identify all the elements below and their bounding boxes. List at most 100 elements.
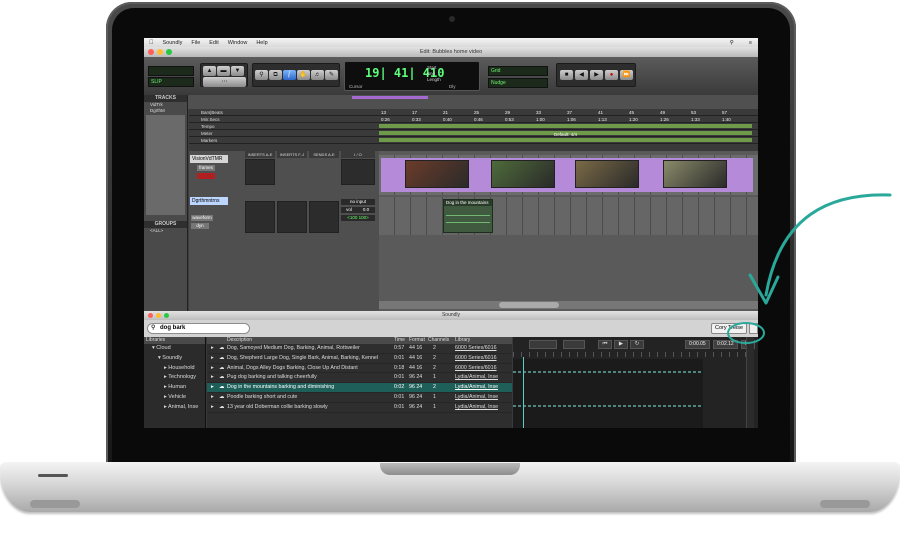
video-io-slot[interactable] — [341, 159, 375, 185]
zoom-out-button[interactable]: ▼ — [231, 66, 244, 76]
menu-file[interactable]: File — [191, 40, 200, 46]
audio-input-selector[interactable]: no input — [341, 199, 375, 205]
library-item[interactable]: ▾ Cloud — [144, 344, 205, 354]
preview-waveform[interactable] — [513, 359, 703, 428]
table-row[interactable]: ▸ ☁ Dog, Samoyed Medium Dog, Barking, Anim… — [207, 344, 512, 354]
groups-item[interactable]: <ALL> — [144, 228, 187, 234]
tracks-item[interactable]: DgrthM — [144, 108, 187, 114]
waveform-view-button[interactable]: waveform — [191, 215, 213, 221]
pan-value[interactable]: <100 100> — [341, 215, 375, 221]
row-play-icon[interactable]: ▸ — [211, 373, 214, 383]
table-row[interactable]: ▸ ☁ 13 year old Doberman collie barking sl… — [207, 403, 512, 413]
library-item[interactable]: ▸ Human — [144, 383, 205, 393]
selector-tool-icon[interactable]: ⎛ — [283, 70, 296, 80]
grabber-tool-icon[interactable]: ✋ — [297, 70, 310, 80]
row-play-icon[interactable]: ▸ — [211, 393, 214, 403]
audio-sends-a-e[interactable] — [309, 201, 339, 233]
ruler-bars-beats[interactable]: Bars|Beats 13 17 21 25 29 33 37 41 45 49 53 57 — [189, 109, 758, 116]
col-channels[interactable]: Channels — [428, 337, 449, 344]
cloud-icon: ☁ — [219, 393, 225, 400]
speed-slider[interactable] — [529, 340, 557, 349]
row-play-icon[interactable]: ▸ — [211, 364, 214, 374]
menu-window[interactable]: Window — [228, 40, 248, 46]
library-item[interactable]: ▸ Technology — [144, 373, 205, 383]
fast-forward-button[interactable]: ⏩ — [620, 70, 633, 80]
grid-setting[interactable]: Grid — [488, 66, 548, 76]
stop-button[interactable]: ■ — [560, 70, 573, 80]
soundly-zoom-button[interactable] — [164, 313, 169, 318]
preview-play-button[interactable]: ▶ — [614, 340, 628, 349]
audio-track-lane[interactable]: Dog in the mountains — [379, 197, 758, 235]
library-item[interactable]: ▸ Household — [144, 364, 205, 374]
results-header: Description Time Format Channels Library — [207, 337, 512, 344]
library-item[interactable]: ▸ Vehicle — [144, 393, 205, 403]
spotlight-icon[interactable]: ⚲ — [730, 40, 734, 46]
play-button[interactable]: ▶ — [590, 70, 603, 80]
library-item[interactable]: ▾ Soundly — [144, 354, 205, 364]
mode-shuffle-button[interactable] — [148, 66, 194, 76]
close-window-button[interactable] — [148, 49, 154, 55]
timeline-overview[interactable] — [144, 95, 758, 109]
loop-button[interactable]: ↻ — [630, 340, 644, 349]
playhead[interactable] — [523, 357, 524, 428]
col-description[interactable]: Description — [227, 337, 252, 344]
video-inserts-slots[interactable] — [245, 159, 275, 185]
volume-slider[interactable] — [563, 340, 585, 349]
library-item[interactable]: ▸ Animal, Inse — [144, 403, 205, 413]
nudge-setting[interactable]: Nudge — [488, 78, 548, 88]
video-record-button[interactable] — [197, 173, 215, 179]
audio-clip[interactable]: Dog in the mountains — [443, 199, 493, 233]
col-format[interactable]: Format — [409, 337, 425, 344]
scrubber-tool-icon[interactable]: ♬ — [311, 70, 324, 80]
horizontal-scrollbar[interactable] — [379, 301, 758, 309]
menu-app-name[interactable]: Soundly — [163, 40, 183, 46]
zoom-in-button[interactable]: ▲ — [203, 66, 216, 76]
cloud-icon: ☁ — [219, 345, 225, 351]
table-row[interactable]: ▸ ☁ Dog in the mountains barking and dimin… — [207, 383, 512, 393]
video-track-lane[interactable] — [379, 155, 758, 195]
ruler-meter[interactable]: Meter Default: 4/4 — [189, 130, 758, 137]
audio-inserts-a-e[interactable] — [245, 201, 275, 233]
frames-view-button[interactable]: frames — [197, 165, 215, 171]
vol-value[interactable]: 0.0 — [357, 207, 375, 213]
ruler-min-secs[interactable]: Min:Secs 0:26 0:33 0:40 0:46 0:53 1:00 1:06 1:1… — [189, 116, 758, 123]
col-time[interactable]: Time — [394, 337, 405, 344]
ruler-tick: 1:40 — [722, 117, 731, 122]
search-input[interactable]: ⚲ dog bark — [147, 323, 250, 334]
row-play-icon[interactable]: ▸ — [211, 354, 214, 364]
dyn-button[interactable]: dyn — [191, 223, 209, 229]
menu-help[interactable]: Help — [256, 40, 267, 46]
mode-slip-button[interactable]: SLIP — [148, 77, 194, 87]
apple-icon[interactable]:  — [149, 40, 154, 46]
scrollbar-thumb[interactable] — [499, 302, 559, 308]
table-row[interactable]: ▸ ☁ Dog, Shepherd Large Dog, Single Bark, … — [207, 354, 512, 364]
video-track-name[interactable]: VisionVdTMR — [190, 155, 228, 163]
soundly-close-button[interactable] — [148, 313, 153, 318]
rewind-button[interactable]: ◀ — [575, 70, 588, 80]
audio-track-name[interactable]: Dgrthmntrns — [190, 197, 228, 205]
audio-inserts-f-j[interactable] — [277, 201, 307, 233]
ruler-markers[interactable]: Markers — [189, 137, 758, 144]
zoom-presets[interactable]: ⋯ — [203, 77, 246, 87]
zoomer-tool-icon[interactable]: ⚲ — [255, 70, 268, 80]
soundly-minimize-button[interactable] — [156, 313, 161, 318]
row-play-icon[interactable]: ▸ — [211, 403, 214, 413]
zoom-window-button[interactable] — [166, 49, 172, 55]
table-row[interactable]: ▸ ☁ Animal, Dogs Alley Dogs Barking, Close… — [207, 364, 512, 374]
cell-channels: 2 — [433, 384, 436, 391]
trim-tool-icon[interactable]: ⧉ — [269, 70, 282, 80]
ruler-tempo[interactable]: Tempo — [189, 123, 758, 130]
pencil-tool-icon[interactable]: ✎ — [325, 70, 338, 80]
table-row[interactable]: ▸ ☁ Pug dog barking and talking cheerfully… — [207, 373, 512, 384]
table-row[interactable]: ▸ ☁ Poodle barking short and cute 0:01 96 24… — [207, 393, 512, 403]
list-icon[interactable]: ≡ — [749, 40, 752, 46]
zoom-mid-button[interactable]: ▬ — [217, 66, 230, 76]
row-play-icon[interactable]: ▸ — [211, 383, 214, 393]
main-counter[interactable]: 19| 41| 410 Start End Length Cursor Dly — [344, 61, 480, 91]
col-library[interactable]: Library — [455, 337, 470, 344]
row-play-icon[interactable]: ▸ — [211, 344, 214, 354]
minimize-window-button[interactable] — [157, 49, 163, 55]
record-button[interactable]: ● — [605, 70, 618, 80]
skip-back-button[interactable]: ⏮ — [598, 340, 612, 349]
menu-edit[interactable]: Edit — [209, 40, 218, 46]
